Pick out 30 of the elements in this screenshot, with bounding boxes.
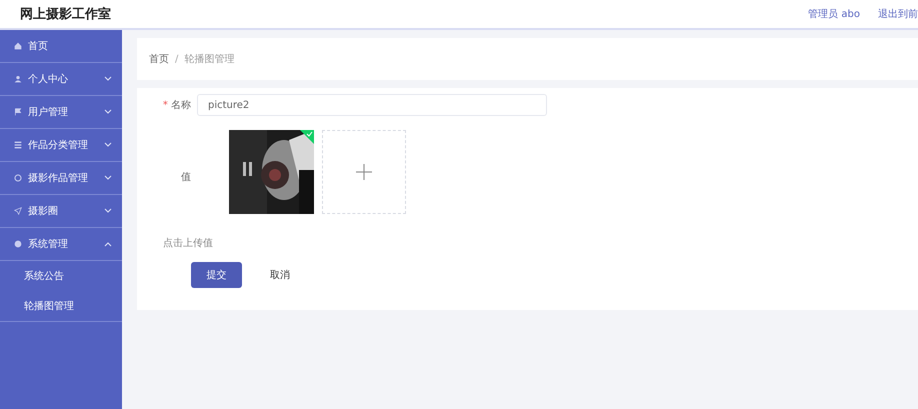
field-label: 值: [180, 171, 191, 184]
globe-icon: [14, 240, 22, 248]
breadcrumb-item: 轮播图管理: [184, 52, 234, 66]
user-icon: [14, 75, 22, 83]
sidebar-item[interactable]: 用户管理: [0, 96, 122, 129]
sidebar-item[interactable]: 个人中心: [0, 63, 122, 96]
sidebar-subitem[interactable]: 轮播图管理: [0, 291, 122, 321]
sidebar-subitem[interactable]: 系统公告: [0, 261, 122, 291]
cancel-button[interactable]: 取消: [264, 267, 296, 283]
sidebar-item[interactable]: 作品分类管理: [0, 129, 122, 162]
breadcrumb-item[interactable]: 首页: [149, 52, 169, 66]
field-label: * 名称: [162, 99, 192, 112]
plus-icon: [356, 164, 372, 180]
sidebar-item[interactable]: 摄影圈: [0, 195, 122, 228]
site-title: 网上摄影工作室: [20, 6, 111, 23]
admin-user[interactable]: 管理员 abo: [808, 7, 860, 21]
list-icon: [14, 141, 22, 149]
sidebar-item[interactable]: 首页: [0, 30, 122, 63]
breadcrumb-separator: /: [175, 54, 178, 64]
flag-icon: [14, 108, 22, 116]
send-icon: [14, 207, 22, 215]
name-field[interactable]: picture2: [197, 94, 547, 116]
sidebar-item[interactable]: 系统管理: [0, 228, 122, 261]
home-icon: [14, 42, 22, 50]
submit-button[interactable]: 提交: [191, 262, 242, 288]
upload-button[interactable]: [322, 130, 406, 214]
logout-link[interactable]: 退出到前: [878, 7, 918, 21]
sidebar-item[interactable]: 摄影作品管理: [0, 162, 122, 195]
upload-hint: 点击上传值: [163, 236, 213, 250]
circle-icon: [14, 174, 22, 182]
